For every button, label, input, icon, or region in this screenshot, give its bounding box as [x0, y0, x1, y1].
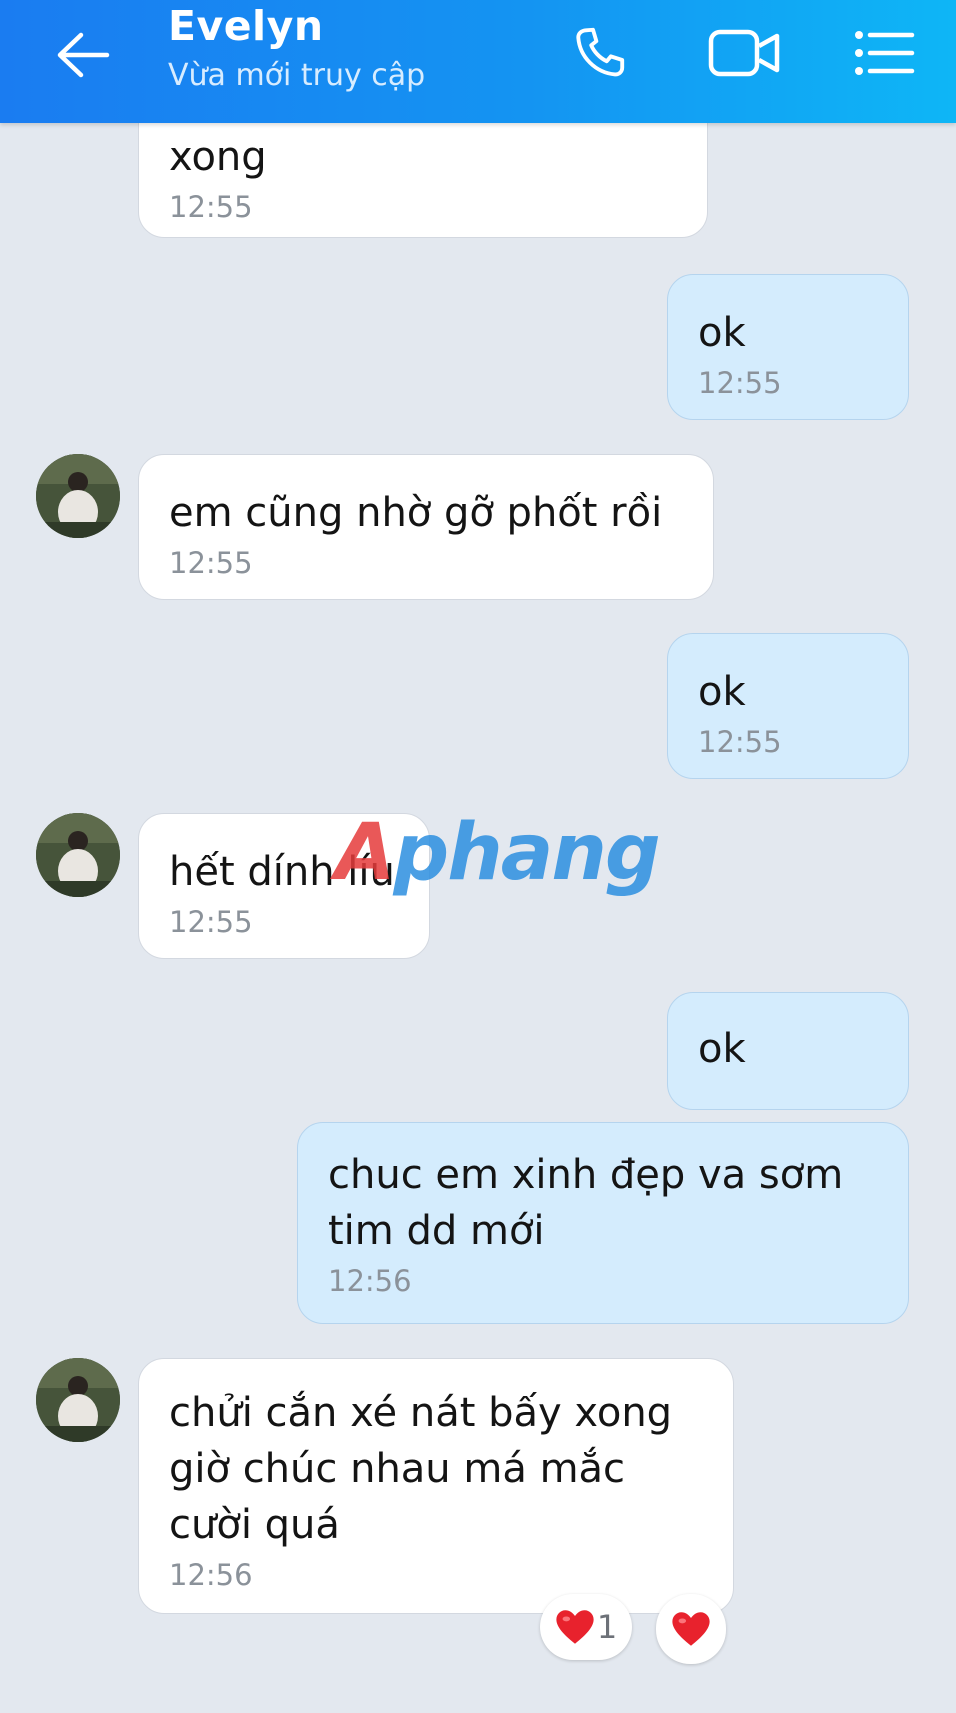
message-time: 12:55	[169, 546, 253, 580]
video-camera-icon	[708, 29, 780, 77]
message-text: ok	[698, 310, 746, 356]
back-arrow-icon	[57, 32, 110, 78]
contact-avatar[interactable]	[36, 1358, 120, 1442]
message-text: ok	[698, 1026, 746, 1072]
message-bubble-outgoing[interactable]: ok 12:55	[667, 274, 909, 420]
avatar-photo	[36, 1358, 120, 1442]
back-button[interactable]	[48, 20, 118, 90]
watermark-part-2: phang	[393, 808, 660, 898]
message-text: hết dính líu	[169, 849, 395, 895]
message-time: 12:55	[698, 725, 782, 759]
contact-status: Vừa mới truy cập	[168, 58, 426, 93]
message-text: em cũng nhờ gỡ phốt rồi	[169, 490, 663, 536]
contact-avatar[interactable]	[36, 454, 120, 538]
message-bubble-incoming[interactable]: em cũng nhờ gỡ phốt rồi 12:55	[138, 454, 714, 600]
contact-avatar[interactable]	[36, 813, 120, 897]
menu-list-icon	[855, 31, 915, 75]
reaction-count-badge[interactable]: 1	[540, 1594, 632, 1660]
message-bubble-outgoing[interactable]: ok 12:55	[667, 633, 909, 779]
contact-name[interactable]: Evelyn	[168, 2, 324, 50]
phone-icon	[576, 27, 625, 77]
video-call-button[interactable]	[700, 18, 790, 88]
heart-icon	[672, 1612, 710, 1646]
call-button[interactable]	[560, 18, 640, 88]
message-time: 12:55	[169, 190, 253, 224]
message-bubble-incoming[interactable]: chửi cắn xé nát bấy xong giờ chúc nhau m…	[138, 1358, 734, 1614]
message-time: 12:56	[169, 1558, 253, 1592]
avatar-photo	[36, 813, 120, 897]
message-bubble-outgoing[interactable]: chuc em xinh đẹp va sơm tim dd mới 12:56	[297, 1122, 909, 1324]
message-text: xong	[169, 134, 267, 180]
message-bubble-incoming[interactable]: hết dính líu 12:55	[138, 813, 430, 959]
message-text: chửi cắn xé nát bấy xong giờ chúc nhau m…	[169, 1390, 673, 1548]
message-time: 12:55	[169, 905, 253, 939]
message-time: 12:56	[328, 1264, 412, 1298]
avatar-photo	[36, 454, 120, 538]
message-text: ok	[698, 669, 746, 715]
reaction-count: 1	[596, 1608, 618, 1646]
add-reaction-button[interactable]	[656, 1594, 726, 1664]
message-text: chuc em xinh đẹp va sơm tim dd mới	[328, 1152, 844, 1254]
menu-button[interactable]	[845, 18, 925, 88]
heart-icon	[556, 1610, 594, 1644]
message-bubble-outgoing[interactable]: ok	[667, 992, 909, 1110]
chat-header: Evelyn Vừa mới truy cập	[0, 0, 956, 123]
message-time: 12:55	[698, 366, 782, 400]
